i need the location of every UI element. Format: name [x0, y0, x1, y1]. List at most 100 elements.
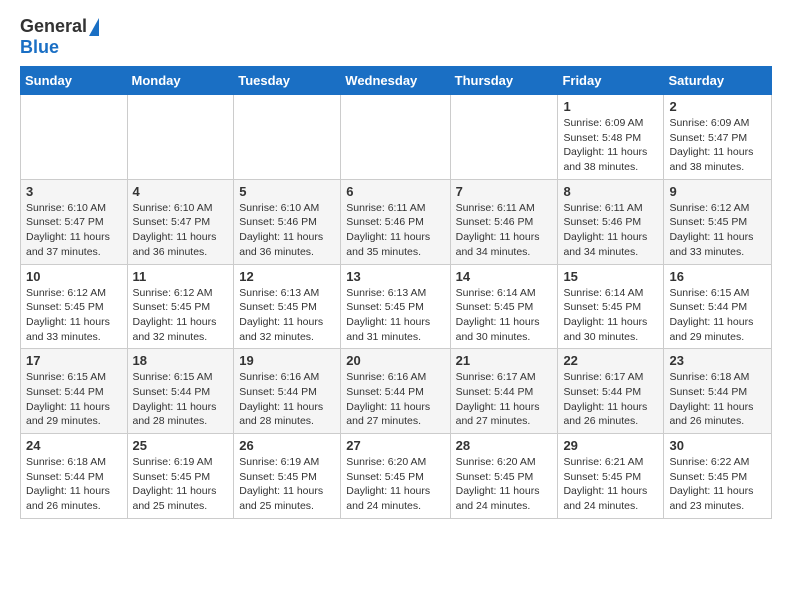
day-number: 15 [563, 269, 658, 284]
calendar-cell: 9 Sunrise: 6:12 AM Sunset: 5:45 PM Daylig… [664, 179, 772, 264]
calendar-cell: 19 Sunrise: 6:16 AM Sunset: 5:44 PM Dayli… [234, 349, 341, 434]
day-info: Sunrise: 6:19 AM Sunset: 5:45 PM Dayligh… [239, 455, 335, 514]
calendar-cell: 26 Sunrise: 6:19 AM Sunset: 5:45 PM Dayli… [234, 434, 341, 519]
day-info: Sunrise: 6:21 AM Sunset: 5:45 PM Dayligh… [563, 455, 658, 514]
calendar-cell [234, 95, 341, 180]
logo-triangle-icon [89, 18, 99, 36]
day-number: 20 [346, 353, 444, 368]
day-number: 4 [133, 184, 229, 199]
calendar-cell: 10 Sunrise: 6:12 AM Sunset: 5:45 PM Dayli… [21, 264, 128, 349]
day-info: Sunrise: 6:10 AM Sunset: 5:46 PM Dayligh… [239, 201, 335, 260]
day-number: 29 [563, 438, 658, 453]
day-number: 2 [669, 99, 766, 114]
day-number: 16 [669, 269, 766, 284]
calendar-cell: 30 Sunrise: 6:22 AM Sunset: 5:45 PM Dayli… [664, 434, 772, 519]
day-info: Sunrise: 6:16 AM Sunset: 5:44 PM Dayligh… [346, 370, 444, 429]
calendar-cell: 7 Sunrise: 6:11 AM Sunset: 5:46 PM Daylig… [450, 179, 558, 264]
calendar-cell: 28 Sunrise: 6:20 AM Sunset: 5:45 PM Dayli… [450, 434, 558, 519]
calendar-cell: 22Sunrise: 6:17 AM Sunset: 5:44 PM Dayli… [558, 349, 664, 434]
day-info: Sunrise: 6:15 AM Sunset: 5:44 PM Dayligh… [133, 370, 229, 429]
logo-general-text: General [20, 16, 87, 37]
day-info: Sunrise: 6:19 AM Sunset: 5:45 PM Dayligh… [133, 455, 229, 514]
calendar-cell: 23 Sunrise: 6:18 AM Sunset: 5:44 PM Dayli… [664, 349, 772, 434]
header: General Blue [20, 16, 772, 58]
calendar-cell [341, 95, 450, 180]
day-info: Sunrise: 6:11 AM Sunset: 5:46 PM Dayligh… [456, 201, 553, 260]
calendar-cell: 21 Sunrise: 6:17 AM Sunset: 5:44 PM Dayli… [450, 349, 558, 434]
day-info: Sunrise: 6:14 AM Sunset: 5:45 PM Dayligh… [456, 286, 553, 345]
weekday-header-tuesday: Tuesday [234, 67, 341, 95]
day-number: 19 [239, 353, 335, 368]
calendar-week-row: 24Sunrise: 6:18 AM Sunset: 5:44 PM Dayli… [21, 434, 772, 519]
day-info: Sunrise: 6:13 AM Sunset: 5:45 PM Dayligh… [346, 286, 444, 345]
calendar-cell: 3Sunrise: 6:10 AM Sunset: 5:47 PM Daylig… [21, 179, 128, 264]
day-number: 18 [133, 353, 229, 368]
calendar-cell: 6Sunrise: 6:11 AM Sunset: 5:46 PM Daylig… [341, 179, 450, 264]
day-info: Sunrise: 6:11 AM Sunset: 5:46 PM Dayligh… [346, 201, 444, 260]
calendar-week-row: 3Sunrise: 6:10 AM Sunset: 5:47 PM Daylig… [21, 179, 772, 264]
day-info: Sunrise: 6:12 AM Sunset: 5:45 PM Dayligh… [669, 201, 766, 260]
day-info: Sunrise: 6:09 AM Sunset: 5:48 PM Dayligh… [563, 116, 658, 175]
day-number: 21 [456, 353, 553, 368]
day-number: 17 [26, 353, 122, 368]
day-info: Sunrise: 6:20 AM Sunset: 5:45 PM Dayligh… [346, 455, 444, 514]
day-info: Sunrise: 6:15 AM Sunset: 5:44 PM Dayligh… [669, 286, 766, 345]
day-number: 23 [669, 353, 766, 368]
calendar-cell: 16 Sunrise: 6:15 AM Sunset: 5:44 PM Dayli… [664, 264, 772, 349]
calendar-week-row: 1 Sunrise: 6:09 AM Sunset: 5:48 PM Daylig… [21, 95, 772, 180]
calendar-cell: 4 Sunrise: 6:10 AM Sunset: 5:47 PM Daylig… [127, 179, 234, 264]
calendar-cell [21, 95, 128, 180]
calendar-cell: 29 Sunrise: 6:21 AM Sunset: 5:45 PM Dayli… [558, 434, 664, 519]
day-number: 5 [239, 184, 335, 199]
calendar-cell: 8 Sunrise: 6:11 AM Sunset: 5:46 PM Daylig… [558, 179, 664, 264]
weekday-header-monday: Monday [127, 67, 234, 95]
day-number: 22 [563, 353, 658, 368]
day-number: 9 [669, 184, 766, 199]
calendar-cell: 14 Sunrise: 6:14 AM Sunset: 5:45 PM Dayli… [450, 264, 558, 349]
calendar-cell: 5 Sunrise: 6:10 AM Sunset: 5:46 PM Daylig… [234, 179, 341, 264]
day-number: 28 [456, 438, 553, 453]
day-number: 25 [133, 438, 229, 453]
day-info: Sunrise: 6:18 AM Sunset: 5:44 PM Dayligh… [669, 370, 766, 429]
day-info: Sunrise: 6:18 AM Sunset: 5:44 PM Dayligh… [26, 455, 122, 514]
calendar-cell: 20 Sunrise: 6:16 AM Sunset: 5:44 PM Dayli… [341, 349, 450, 434]
weekday-header-wednesday: Wednesday [341, 67, 450, 95]
calendar-cell: 2 Sunrise: 6:09 AM Sunset: 5:47 PM Daylig… [664, 95, 772, 180]
day-number: 10 [26, 269, 122, 284]
calendar-cell: 11Sunrise: 6:12 AM Sunset: 5:45 PM Dayli… [127, 264, 234, 349]
day-number: 26 [239, 438, 335, 453]
day-info: Sunrise: 6:10 AM Sunset: 5:47 PM Dayligh… [133, 201, 229, 260]
calendar-cell: 13Sunrise: 6:13 AM Sunset: 5:45 PM Dayli… [341, 264, 450, 349]
day-number: 11 [133, 269, 229, 284]
day-info: Sunrise: 6:13 AM Sunset: 5:45 PM Dayligh… [239, 286, 335, 345]
weekday-header-friday: Friday [558, 67, 664, 95]
weekday-header-row: SundayMondayTuesdayWednesdayThursdayFrid… [21, 67, 772, 95]
day-info: Sunrise: 6:14 AM Sunset: 5:45 PM Dayligh… [563, 286, 658, 345]
calendar-cell: 24Sunrise: 6:18 AM Sunset: 5:44 PM Dayli… [21, 434, 128, 519]
day-info: Sunrise: 6:09 AM Sunset: 5:47 PM Dayligh… [669, 116, 766, 175]
day-number: 30 [669, 438, 766, 453]
day-number: 8 [563, 184, 658, 199]
day-info: Sunrise: 6:20 AM Sunset: 5:45 PM Dayligh… [456, 455, 553, 514]
calendar-cell [127, 95, 234, 180]
day-number: 27 [346, 438, 444, 453]
day-info: Sunrise: 6:15 AM Sunset: 5:44 PM Dayligh… [26, 370, 122, 429]
day-info: Sunrise: 6:17 AM Sunset: 5:44 PM Dayligh… [456, 370, 553, 429]
weekday-header-thursday: Thursday [450, 67, 558, 95]
day-info: Sunrise: 6:22 AM Sunset: 5:45 PM Dayligh… [669, 455, 766, 514]
day-number: 1 [563, 99, 658, 114]
calendar-cell: 1 Sunrise: 6:09 AM Sunset: 5:48 PM Daylig… [558, 95, 664, 180]
weekday-header-sunday: Sunday [21, 67, 128, 95]
day-number: 14 [456, 269, 553, 284]
logo-blue-text: Blue [20, 37, 59, 58]
logo: General Blue [20, 16, 99, 58]
calendar-cell: 27 Sunrise: 6:20 AM Sunset: 5:45 PM Dayli… [341, 434, 450, 519]
calendar-week-row: 10 Sunrise: 6:12 AM Sunset: 5:45 PM Dayli… [21, 264, 772, 349]
calendar-week-row: 17 Sunrise: 6:15 AM Sunset: 5:44 PM Dayli… [21, 349, 772, 434]
weekday-header-saturday: Saturday [664, 67, 772, 95]
day-info: Sunrise: 6:16 AM Sunset: 5:44 PM Dayligh… [239, 370, 335, 429]
day-number: 7 [456, 184, 553, 199]
day-info: Sunrise: 6:12 AM Sunset: 5:45 PM Dayligh… [26, 286, 122, 345]
day-info: Sunrise: 6:11 AM Sunset: 5:46 PM Dayligh… [563, 201, 658, 260]
calendar-cell [450, 95, 558, 180]
